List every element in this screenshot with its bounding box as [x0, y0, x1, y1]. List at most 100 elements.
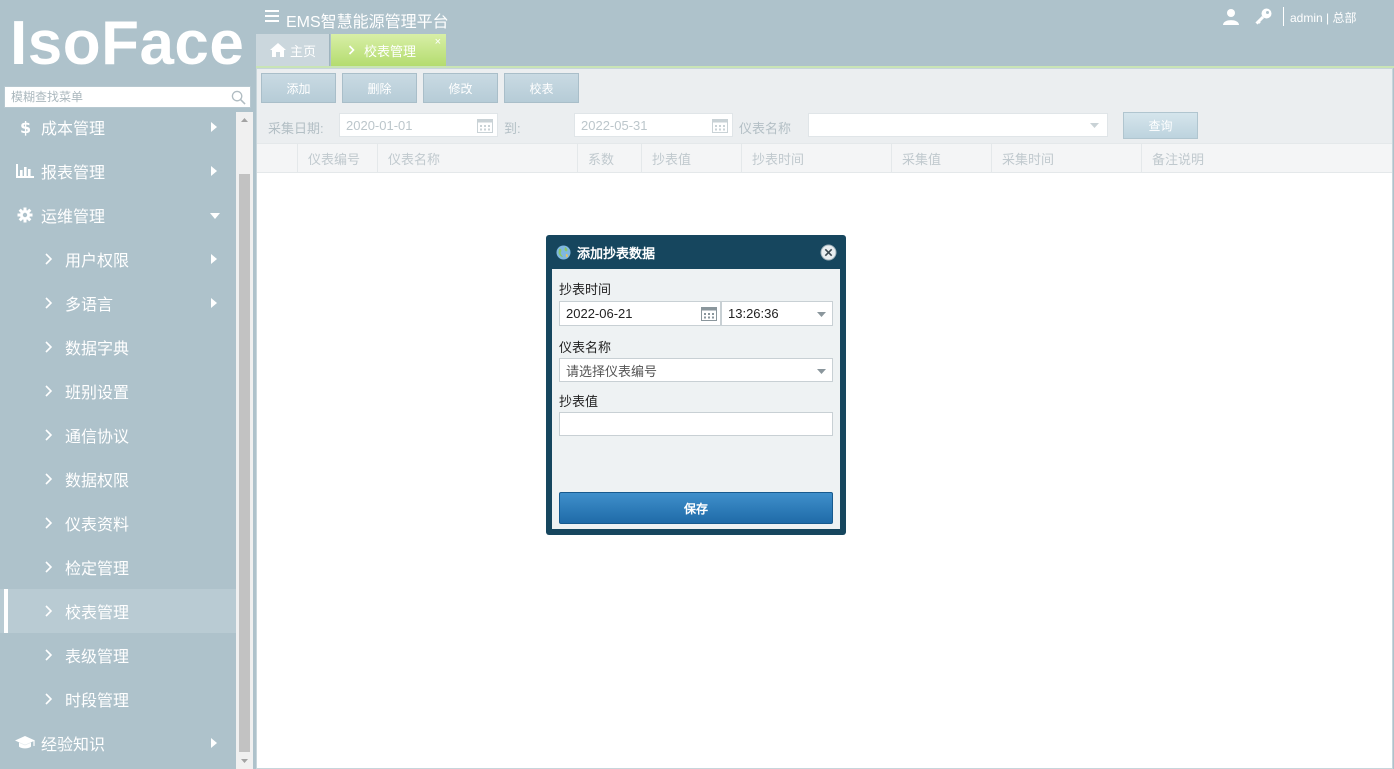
chevron-right-icon: [44, 605, 58, 617]
delete-button[interactable]: 删除: [342, 73, 417, 103]
bar-chart-icon: [15, 161, 35, 181]
scroll-down-icon[interactable]: [236, 752, 253, 769]
chevron-right-icon: [44, 473, 58, 485]
meter-select-placeholder: 请选择仪表编号: [566, 363, 658, 379]
top-header: EMS智慧能源管理平台 admin | 总部: [256, 0, 1394, 34]
sidebar-item-label: 通信协议: [65, 429, 130, 446]
sidebar-item-label: 数据权限: [65, 473, 130, 490]
sidebar-item-label: 运维管理: [41, 209, 106, 226]
chevron-right-icon: [211, 122, 217, 132]
save-button[interactable]: 保存: [559, 492, 833, 524]
tab-calibration[interactable]: 校表管理 ×: [331, 34, 446, 66]
sidebar-item-operations[interactable]: 运维管理: [0, 193, 236, 237]
filter-bar: 采集日期: 2020-01-01 到: 2022-05-31 仪表名称 查询: [257, 107, 1392, 143]
reading-value-input[interactable]: [559, 412, 833, 436]
logo: IsoFace: [10, 9, 245, 78]
column-header[interactable]: 仪表名称: [377, 144, 577, 173]
column-header[interactable]: 系数: [577, 144, 641, 173]
dialog-title: 添加抄表数据: [577, 245, 656, 261]
calendar-icon[interactable]: [712, 118, 728, 133]
column-header[interactable]: 抄表时间: [741, 144, 891, 173]
column-header[interactable]: 抄表值: [641, 144, 741, 173]
tab-label: 主页: [290, 43, 317, 59]
reading-date-value: 2022-06-21: [566, 306, 633, 321]
sidebar-item-label: 数据字典: [65, 341, 130, 358]
sidebar-item-label: 仪表资料: [65, 517, 130, 534]
meter-name-label: 仪表名称: [739, 121, 792, 136]
dropdown-arrow-icon: [817, 312, 826, 317]
reading-date-input[interactable]: 2022-06-21: [559, 301, 721, 326]
search-icon[interactable]: [231, 90, 246, 105]
chevron-right-icon: [44, 429, 58, 441]
reading-time-value: 13:26:36: [728, 306, 779, 321]
user-info[interactable]: admin | 总部: [1290, 9, 1357, 26]
sidebar-item-meter-info[interactable]: 仪表资料: [0, 501, 236, 545]
key-icon[interactable]: [1255, 8, 1272, 25]
tab-close-icon[interactable]: ×: [435, 36, 441, 48]
sidebar-item-multilanguage[interactable]: 多语言: [0, 281, 236, 325]
sidebar-item-label: 用户权限: [65, 253, 130, 270]
sidebar-item-data-dictionary[interactable]: 数据字典: [0, 325, 236, 369]
home-icon: [270, 43, 286, 57]
chevron-right-icon: [44, 253, 58, 265]
sidebar-item-label: 表级管理: [65, 649, 130, 666]
start-date-input[interactable]: 2020-01-01: [339, 113, 498, 137]
sidebar-item-verification[interactable]: 检定管理: [0, 545, 236, 589]
to-label: 到:: [504, 121, 521, 136]
menu-search-input[interactable]: [5, 87, 225, 107]
column-header[interactable]: 仪表编号: [297, 144, 377, 173]
scrollbar-thumb[interactable]: [239, 174, 250, 752]
tab-label: 校表管理: [364, 43, 417, 59]
sidebar-item-label: 报表管理: [41, 165, 106, 182]
sidebar-item-shift-settings[interactable]: 班别设置: [0, 369, 236, 413]
sidebar-item-comm-protocol[interactable]: 通信协议: [0, 413, 236, 457]
calibrate-button[interactable]: 校表: [504, 73, 579, 103]
sidebar-item-time-period[interactable]: 时段管理: [0, 677, 236, 721]
menu-toggle-icon[interactable]: [265, 10, 279, 22]
column-header[interactable]: 备注说明: [1141, 144, 1392, 173]
calendar-icon[interactable]: [477, 118, 493, 133]
add-button[interactable]: 添加: [261, 73, 336, 103]
sidebar-item-calibration[interactable]: 校表管理: [0, 589, 236, 633]
chevron-right-icon: [348, 45, 355, 55]
start-date-value: 2020-01-01: [346, 117, 413, 133]
sidebar-item-user-permissions[interactable]: 用户权限: [0, 237, 236, 281]
tab-home[interactable]: 主页: [256, 34, 330, 66]
sidebar-item-label: 班别设置: [65, 385, 130, 402]
chevron-right-icon: [44, 517, 58, 529]
dialog-header[interactable]: 添加抄表数据: [546, 235, 846, 269]
reading-time-select[interactable]: 13:26:36: [721, 301, 833, 326]
column-header[interactable]: 采集时间: [991, 144, 1141, 173]
dollar-icon: $: [15, 117, 35, 137]
dropdown-arrow-icon: [817, 369, 826, 374]
svg-text:$: $: [20, 118, 31, 136]
column-header[interactable]: 采集值: [891, 144, 991, 173]
sidebar-item-data-permissions[interactable]: 数据权限: [0, 457, 236, 501]
app-title: EMS智慧能源管理平台: [286, 14, 449, 31]
query-button[interactable]: 查询: [1123, 112, 1198, 139]
chevron-right-icon: [44, 385, 58, 397]
sidebar-scrollbar[interactable]: [236, 112, 253, 769]
username: admin: [1290, 11, 1323, 25]
toolbar: 添加 删除 修改 校表: [257, 69, 1392, 107]
sidebar-item-knowledge[interactable]: 经验知识: [0, 721, 236, 765]
sidebar-item-reports[interactable]: 报表管理: [0, 149, 236, 193]
reading-time-label: 抄表时间: [559, 282, 612, 297]
calendar-icon[interactable]: [701, 306, 717, 321]
end-date-input[interactable]: 2022-05-31: [574, 113, 733, 137]
globe-icon: [556, 245, 571, 260]
edit-button[interactable]: 修改: [423, 73, 498, 103]
chevron-right-icon: [211, 738, 217, 748]
meter-select[interactable]: 请选择仪表编号: [559, 358, 833, 382]
end-date-value: 2022-05-31: [581, 117, 648, 133]
chevron-right-icon: [211, 254, 217, 264]
sidebar-item-meter-level[interactable]: 表级管理: [0, 633, 236, 677]
chevron-right-icon: [44, 649, 58, 661]
dropdown-arrow-icon: [1090, 123, 1099, 128]
user-icon[interactable]: [1223, 8, 1239, 25]
close-icon[interactable]: [820, 244, 837, 261]
sidebar-item-cost[interactable]: $ 成本管理: [0, 105, 236, 149]
chevron-right-icon: [44, 561, 58, 573]
meter-name-select[interactable]: [808, 113, 1108, 137]
scroll-up-icon[interactable]: [236, 112, 253, 129]
